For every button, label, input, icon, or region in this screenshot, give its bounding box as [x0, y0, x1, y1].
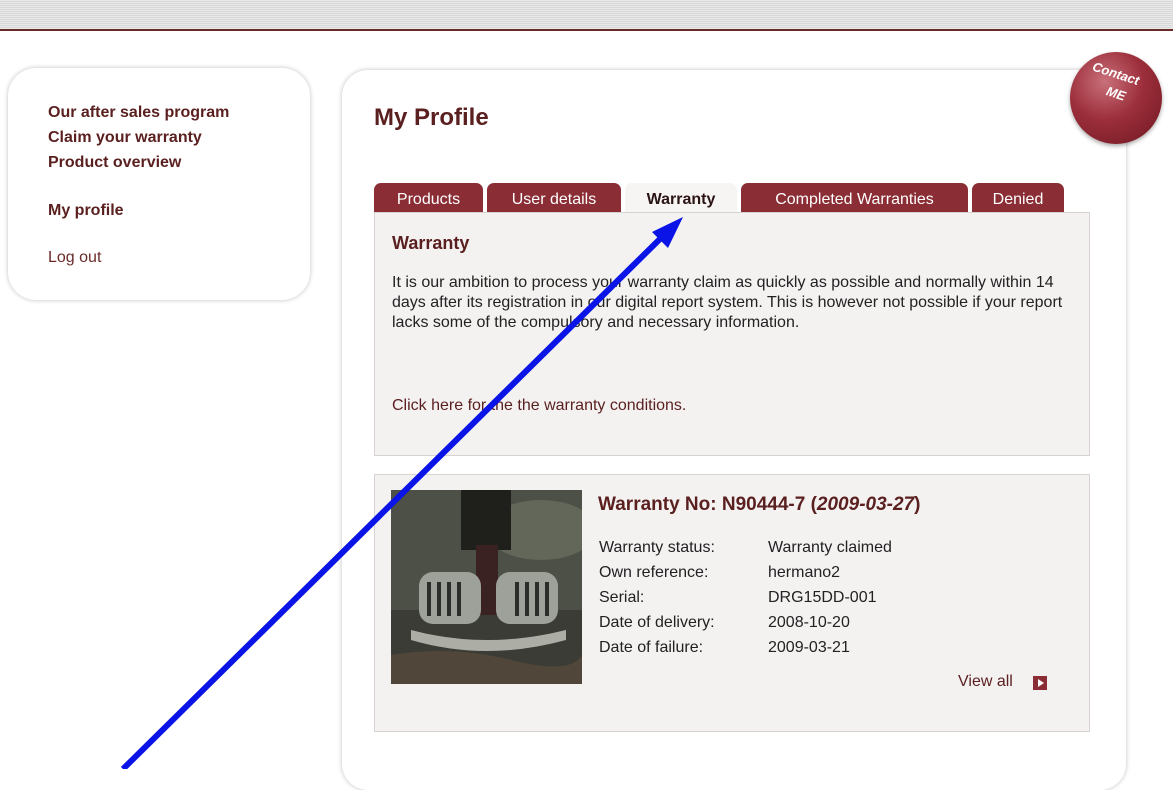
nav-item-my-profile[interactable]: My profile: [48, 201, 124, 220]
warranty-title-close: ): [914, 494, 921, 515]
field-value-status: Warranty claimed: [768, 539, 892, 556]
field-label-serial: Serial:: [599, 589, 645, 606]
tab-user-details[interactable]: User details: [487, 183, 621, 213]
warranty-date: 2009-03-27: [816, 494, 915, 515]
warranty-conditions-link[interactable]: Click here for the the warranty conditio…: [392, 397, 686, 415]
field-value-failure-date: 2009-03-21: [768, 639, 850, 656]
field-label-status: Warranty status:: [599, 539, 715, 556]
field-value-delivery-date: 2008-10-20: [768, 614, 850, 631]
contact-me-button[interactable]: Contact ME: [1070, 52, 1162, 144]
field-value-own-reference: hermano2: [768, 564, 841, 581]
grapple-image: [391, 490, 582, 684]
page-title: My Profile: [374, 104, 489, 131]
tab-warranty[interactable]: Warranty: [625, 183, 737, 213]
field-value-serial: DRG15DD-001: [768, 589, 877, 606]
warranty-record-title: Warranty No: N90444-7 (2009-03-27): [598, 494, 920, 516]
field-label-delivery-date: Date of delivery:: [599, 614, 715, 631]
view-all-link[interactable]: View all: [958, 673, 1013, 691]
tab-denied[interactable]: Denied: [972, 183, 1064, 213]
tab-products[interactable]: Products: [374, 183, 483, 213]
nav-item-claim-warranty[interactable]: Claim your warranty: [48, 128, 202, 147]
arrow-right-icon[interactable]: [1033, 676, 1047, 690]
nav-item-log-out[interactable]: Log out: [48, 248, 101, 267]
nav-item-product-overview[interactable]: Product overview: [48, 153, 181, 172]
warranty-info-box: [374, 212, 1090, 456]
top-banner-stripe: [0, 0, 1173, 31]
warranty-info-text: It is our ambition to process your warra…: [392, 274, 1063, 331]
product-photo: [391, 490, 582, 684]
warranty-number: Warranty No: N90444-7 (: [598, 494, 817, 515]
field-label-own-reference: Own reference:: [599, 564, 709, 581]
nav-item-after-sales-program[interactable]: Our after sales program: [48, 103, 229, 122]
tab-completed-warranties[interactable]: Completed Warranties: [741, 183, 968, 213]
field-label-failure-date: Date of failure:: [599, 639, 704, 656]
warranty-info-heading: Warranty: [392, 233, 470, 253]
